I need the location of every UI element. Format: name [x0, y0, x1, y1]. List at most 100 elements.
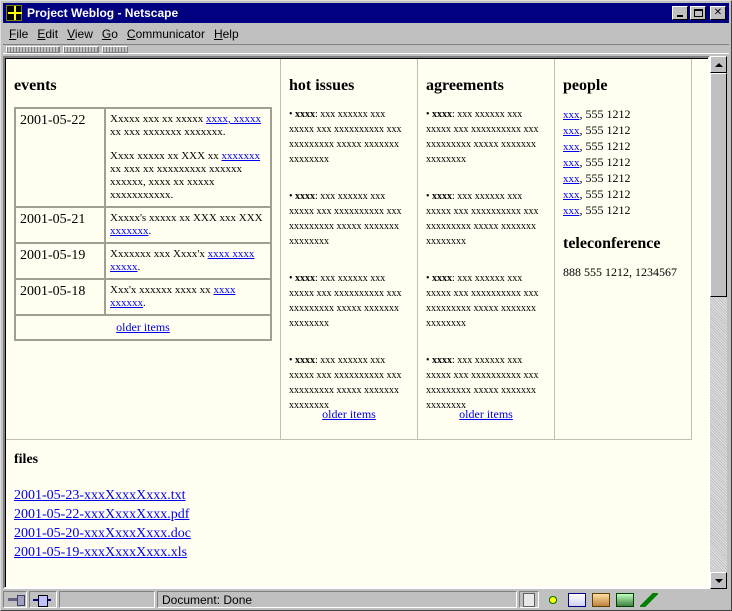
people-list: xxx, 555 1212 xxx, 555 1212 xxx, 555 1212 x… [563, 107, 683, 219]
person-phone: , 555 1212 [579, 139, 631, 153]
menu-view[interactable]: View [67, 27, 93, 41]
issue-key: xxxx [295, 191, 316, 202]
agreements-heading: agreements [426, 77, 504, 94]
event-description: Xxxxx xxx xx xxxxx xxxx, xxxxx xx xxx xx… [105, 108, 271, 207]
person-link[interactable]: xxx [563, 189, 580, 201]
person-entry: xxx, 555 1212 [563, 155, 683, 171]
scroll-down-button[interactable] [710, 572, 727, 589]
person-phone: , 555 1212 [579, 187, 631, 201]
arrow-up-icon [714, 62, 723, 67]
files-list: 2001-05-23-xxxXxxxXxxx.txt 2001-05-22-xxx… [14, 486, 703, 562]
person-entry: xxx, 555 1212 [563, 123, 683, 139]
file-link[interactable]: 2001-05-20-xxxXxxxXxxx.doc [14, 524, 703, 543]
bullet-icon: • [426, 355, 430, 366]
event-description: Xxx'x xxxxxx xxxx xx xxxx xxxxxx. [105, 279, 271, 315]
event-link[interactable]: xxxxxxx [222, 150, 261, 162]
files-heading: files [14, 452, 39, 467]
event-paragraph: Xxxxx xxx xx xxxxx xxxx, xxxxx xx xxx xx… [110, 113, 266, 139]
agreements-older: older items [418, 407, 554, 422]
mail-icon[interactable] [568, 592, 586, 607]
navigation-toolbar-grip[interactable] [6, 45, 60, 53]
navigator-icon[interactable] [544, 592, 562, 607]
person-link[interactable]: xxx [563, 109, 580, 121]
person-entry: xxx, 555 1212 [563, 203, 683, 219]
issue-key: xxxx [295, 109, 316, 120]
issue-item: • xxxx: xxx xxxxxx xxx xxxxx xxx xxxxxxx… [426, 189, 544, 249]
connection-indicator[interactable] [29, 591, 57, 608]
menu-help[interactable]: Help [214, 27, 239, 41]
event-description: Xxxxxxx xxx Xxxx'x xxxx xxxx xxxxx. [105, 243, 271, 279]
person-entry: xxx, 555 1212 [563, 187, 683, 203]
scroll-thumb[interactable] [710, 73, 727, 297]
title-bar: Project Weblog - Netscape ✕ [3, 3, 729, 23]
hot-issues-column: hot issues • xxxx: xxx xxxxxx xxx xxxxx … [281, 59, 418, 440]
issue-item: • xxxx: xxx xxxxxx xxx xxxxx xxx xxxxxxx… [289, 353, 407, 413]
person-link[interactable]: xxx [563, 141, 580, 153]
issue-item: • xxxx: xxx xxxxxx xxx xxxxx xxx xxxxxxx… [289, 271, 407, 331]
menu-go[interactable]: Go [102, 27, 118, 41]
page-viewport: events 2001-05-22 Xxxxx xxx xx xxxxx xxxx… [3, 56, 710, 589]
hot-issues-list: • xxxx: xxx xxxxxx xxx xxxxx xxx xxxxxxx… [289, 107, 409, 413]
netscape-icon[interactable] [6, 5, 22, 21]
close-button[interactable]: ✕ [710, 6, 726, 20]
event-date: 2001-05-21 [15, 207, 105, 243]
vertical-scrollbar[interactable] [710, 56, 727, 589]
event-paragraph: Xxxx xxxxx xx XXX xx xxxxxxx xx xxx xx x… [110, 150, 266, 202]
maximize-button[interactable] [690, 6, 706, 20]
person-link[interactable]: xxx [563, 125, 580, 137]
menu-edit[interactable]: Edit [37, 27, 58, 41]
issue-item: • xxxx: xxx xxxxxx xxx xxxxx xxx xxxxxxx… [426, 107, 544, 167]
person-link[interactable]: xxx [563, 205, 580, 217]
hot-issues-older-link[interactable]: older items [322, 407, 376, 421]
scroll-up-button[interactable] [710, 56, 727, 73]
person-phone: , 555 1212 [579, 155, 631, 169]
events-heading: events [14, 77, 57, 94]
person-phone: , 555 1212 [579, 123, 631, 137]
security-indicator[interactable] [3, 591, 27, 608]
agreements-older-link[interactable]: older items [459, 407, 513, 421]
collapsed-toolbars [3, 44, 729, 54]
issue-item: • xxxx: xxx xxxxxx xxx xxxxx xxx xxxxxxx… [289, 107, 407, 167]
event-text-end: xx xxx xx xxxxxxxxx xxxxxx xxxxxx, xxxx … [110, 163, 242, 201]
close-icon: ✕ [713, 7, 723, 18]
newsgroups-icon[interactable] [592, 592, 610, 607]
issue-key: xxxx [295, 273, 316, 284]
maximize-icon [694, 9, 703, 17]
person-phone: , 555 1212 [579, 171, 631, 185]
event-date: 2001-05-19 [15, 243, 105, 279]
event-link[interactable]: xxxx, xxxxx [206, 113, 261, 125]
person-link[interactable]: xxx [563, 173, 580, 185]
event-text: Xxx'x xxxxxx xxxx xx [110, 284, 214, 296]
event-paragraph: Xxx'x xxxxxx xxxx xx xxxx xxxxxx. [110, 284, 266, 310]
person-link[interactable]: xxx [563, 157, 580, 169]
bullet-icon: • [426, 191, 430, 202]
file-link[interactable]: 2001-05-23-xxxXxxxXxxx.txt [14, 486, 703, 505]
file-link[interactable]: 2001-05-22-xxxXxxxXxxx.pdf [14, 505, 703, 524]
menu-communicator[interactable]: Communicator [127, 27, 205, 41]
security-key-icon [7, 593, 25, 607]
event-text-end: . [148, 225, 152, 237]
location-toolbar-grip[interactable] [63, 45, 99, 53]
menu-bar: File Edit View Go Communicator Help [3, 24, 729, 43]
events-older-link[interactable]: older items [116, 320, 170, 334]
page-info-icon [523, 592, 535, 607]
top-row: events 2001-05-22 Xxxxx xxx xx xxxxx xxxx… [6, 59, 708, 440]
event-link[interactable]: xxxxxxx [110, 225, 149, 237]
person-entry: xxx, 555 1212 [563, 107, 683, 123]
menu-file[interactable]: File [9, 27, 28, 41]
person-entry: xxx, 555 1212 [563, 139, 683, 155]
composer-icon[interactable] [616, 592, 634, 607]
event-row: 2001-05-19 Xxxxxxx xxx Xxxx'x xxxx xxxx x… [15, 243, 271, 279]
minimize-icon [677, 15, 683, 17]
minimize-button[interactable] [672, 6, 688, 20]
status-bar: Document: Done [3, 590, 729, 609]
event-text-end: xx xxx xxxxxxx xxxxxxx. [110, 126, 226, 138]
personal-toolbar-grip[interactable] [102, 45, 128, 53]
event-description: Xxxxx's xxxxx xx XXX xxx XXX xxxxxxx. [105, 207, 271, 243]
event-row: 2001-05-21 Xxxxx's xxxxx xx XXX xxx XXX x… [15, 207, 271, 243]
issue-item: • xxxx: xxx xxxxxx xxx xxxxx xxx xxxxxxx… [426, 353, 544, 413]
status-message: Document: Done [157, 591, 517, 608]
file-link[interactable]: 2001-05-19-xxxXxxxXxxx.xls [14, 543, 703, 562]
edit-page-icon[interactable] [640, 592, 658, 607]
issue-key: xxxx [295, 355, 316, 366]
